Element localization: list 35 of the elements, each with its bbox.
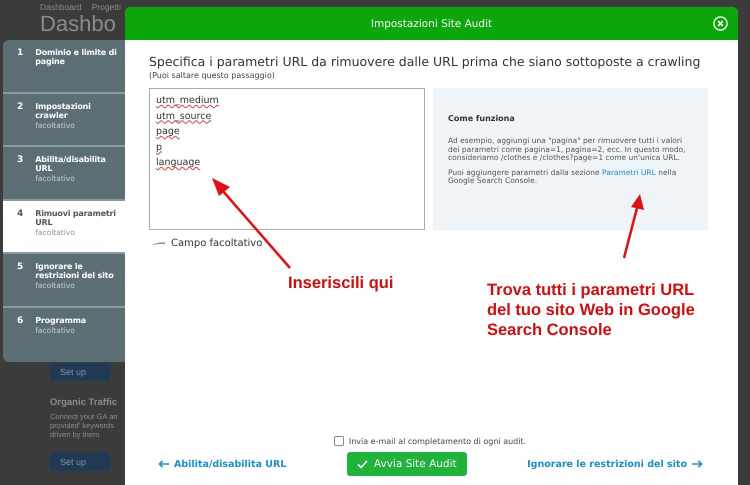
next-link[interactable]: Ignorare le restrizioni del sito: [527, 458, 703, 470]
step-title: Impostazioni crawler: [35, 102, 92, 120]
check-icon: [356, 460, 368, 468]
step-title: Ignorare le restrizioni del sito: [35, 262, 115, 280]
close-icon[interactable]: [713, 16, 728, 31]
dialog-title: Impostazioni Site Audit: [370, 18, 492, 30]
step-number: 4: [17, 208, 24, 221]
parameters-field[interactable]: utm_medium utm_source page p language: [149, 88, 425, 230]
step-number: 6: [17, 316, 24, 328]
step-title: Rimuovi parametri URL: [35, 208, 117, 227]
back-link[interactable]: Abilita/disabilita URL: [158, 458, 286, 470]
breadcrumb-item: Dashboard: [40, 2, 82, 12]
dash-icon: [153, 242, 165, 245]
step-number: 1: [17, 48, 24, 60]
annotation-text: Trova tutti i parametri URL del tuo sito Web in Google Search Console: [487, 280, 696, 340]
checkbox-label: Invia e-mail al completamento di ogni audit.: [348, 436, 526, 446]
arrow: [622, 194, 644, 258]
step-number: 3: [17, 155, 24, 168]
start-audit-button[interactable]: Avvia Site Audit: [346, 452, 467, 476]
breadcrumb-item: Progetti: [92, 2, 121, 12]
field-note: Campo facoltativo: [171, 238, 262, 249]
arrow-left-icon: [158, 460, 169, 468]
step-number: 2: [17, 102, 24, 114]
info-title: Come funziona: [448, 114, 516, 123]
card-title: Organic Traffic: [50, 397, 118, 408]
email-checkbox[interactable]: [334, 436, 344, 446]
step-title: Abilita/disabilita URL: [35, 155, 107, 174]
dialog-heading: Specifica i parametri URL da rimuovere dalle URL prima che siano sottoposte a crawling: [149, 54, 702, 69]
step-number: 5: [17, 262, 24, 274]
dialog-subheading: (Puoi saltare questo passaggio): [149, 71, 276, 80]
arrow-right-icon: [692, 460, 703, 468]
step-title: Dominio e limite di pagine: [35, 48, 117, 66]
annotation-text: Inseriscili qui: [288, 273, 394, 293]
step-title: Programma: [35, 316, 86, 325]
page-heading: Dashbo: [40, 12, 116, 36]
